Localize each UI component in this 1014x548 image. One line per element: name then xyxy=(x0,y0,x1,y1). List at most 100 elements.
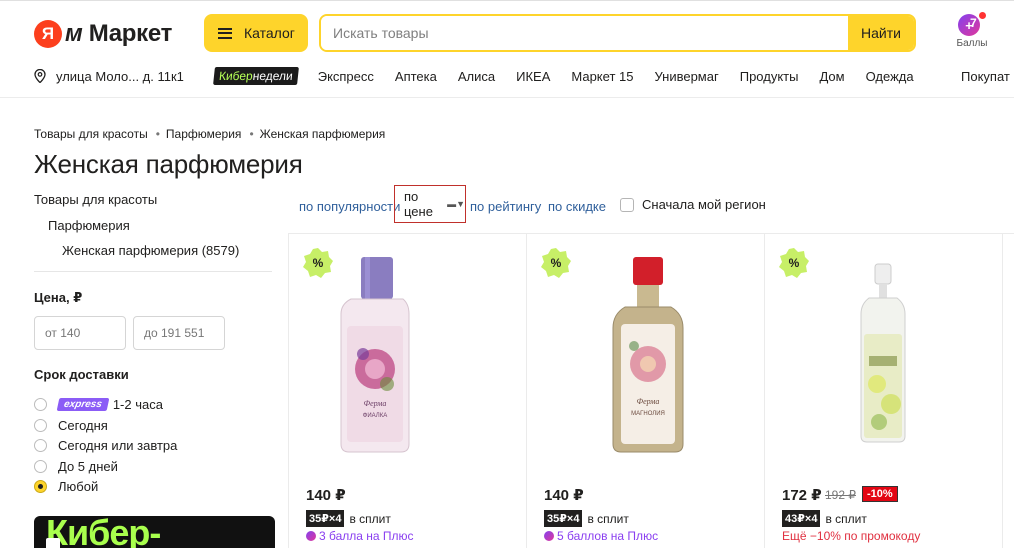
product-price: 140 ₽ xyxy=(306,487,346,504)
nav-item-buyers[interactable]: Покупат xyxy=(961,69,1010,84)
top-border xyxy=(0,0,1014,1)
old-price: 192 ₽ xyxy=(825,488,856,502)
promo-code-text: Ещё −10% по промокоду xyxy=(782,529,921,543)
breadcrumb-women-perfume[interactable]: Женская парфюмерия xyxy=(260,127,386,141)
location-pin-icon xyxy=(34,69,46,83)
delivery-address[interactable]: улица Моло... д. 11к1 xyxy=(56,69,184,84)
radio-circle[interactable] xyxy=(34,398,47,411)
split-amount: 35₽×4 xyxy=(306,510,345,527)
plus-icon xyxy=(544,531,554,541)
price-to-input[interactable]: до 191 551 xyxy=(133,316,225,350)
svg-text:ФИАЛКА: ФИАЛКА xyxy=(363,413,387,419)
category-women-perfume[interactable]: Женская парфюмерия (8579) xyxy=(62,243,239,258)
express-badge: express xyxy=(56,398,110,411)
region-first-label: Сначала мой регион xyxy=(642,197,766,212)
nav-item-ikea[interactable]: ИКЕА xyxy=(516,69,550,84)
sort-discount[interactable]: по скидке xyxy=(548,199,606,214)
search-input[interactable] xyxy=(321,16,848,50)
yandex-logo-icon: Я xyxy=(34,20,62,48)
delivery-option-express[interactable]: express 1-2 часа xyxy=(34,397,163,412)
sort-price-label: по цене xyxy=(404,189,433,219)
nav-item-market15[interactable]: Маркет 15 xyxy=(571,69,633,84)
breadcrumb: Товары для красоты • Парфюмерия • Женска… xyxy=(34,127,386,141)
nav-item-express[interactable]: Экспресс xyxy=(318,69,374,84)
checkbox-box[interactable] xyxy=(620,197,634,212)
delivery-option-label: Сегодня xyxy=(58,418,108,433)
radio-circle[interactable] xyxy=(34,439,47,452)
banner-text: Кибер- xyxy=(46,516,161,548)
delivery-option-5-days[interactable]: До 5 дней xyxy=(34,459,118,474)
sort-popularity[interactable]: по популярности xyxy=(299,199,400,214)
market-logo[interactable]: Я м Маркет xyxy=(34,20,172,48)
sidebar-divider xyxy=(34,271,272,272)
delivery-option-label: Сегодня или завтра xyxy=(58,438,178,453)
header-divider xyxy=(0,97,1014,98)
nav-row: улица Моло... д. 11к1 Кибернедели Экспре… xyxy=(34,66,935,86)
svg-text:Ферма: Ферма xyxy=(364,399,387,408)
sort-rating[interactable]: по рейтингу xyxy=(470,199,541,214)
breadcrumb-perfume[interactable]: Парфюмерия xyxy=(166,127,242,141)
catalog-button[interactable]: Каталог xyxy=(204,14,308,52)
price-filter-heading: Цена, ₽ xyxy=(34,290,83,305)
split-payment[interactable]: 35₽×4 в сплит xyxy=(306,510,391,527)
product-price: 140 ₽ xyxy=(544,487,584,504)
split-label: в сплит xyxy=(587,511,629,526)
nav-item-home[interactable]: Дом xyxy=(819,69,844,84)
plus-points-label: 5 баллов на Плюс xyxy=(557,529,659,543)
menu-icon xyxy=(218,27,232,39)
delivery-option-label: До 5 дней xyxy=(58,459,118,474)
plus-icon xyxy=(306,531,316,541)
kibernedeli-badge[interactable]: Кибернедели xyxy=(212,67,299,85)
nav-item-pharmacy[interactable]: Аптека xyxy=(395,69,437,84)
discount-badge: -10% xyxy=(862,486,898,502)
nav-item-clothes[interactable]: Одежда xyxy=(866,69,914,84)
delivery-option-today-tomorrow[interactable]: Сегодня или завтра xyxy=(34,438,177,453)
notification-dot xyxy=(979,12,986,19)
grid-divider xyxy=(1002,233,1003,548)
product-card[interactable]: % 172 ₽ 192 ₽ -10% 43₽×4 в сплит Ещё −10… xyxy=(765,234,1002,548)
product-image[interactable] xyxy=(765,234,1002,474)
plus-points: 5 баллов на Плюс xyxy=(544,529,658,543)
delivery-filter-heading: Срок доставки xyxy=(34,367,129,382)
page-title: Женская парфюмерия xyxy=(34,149,303,179)
radio-circle[interactable] xyxy=(34,419,47,432)
plus-points: 3 балла на Плюс xyxy=(306,529,414,543)
product-card[interactable]: % Ферма ФИАЛКА 140 ₽ 35₽×4 в сплит 3 бал… xyxy=(289,234,526,548)
svg-text:МАГНОЛИЯ: МАГНОЛИЯ xyxy=(631,411,665,417)
market-m-logo: м xyxy=(65,20,83,47)
plus-points-label: 3 балла на Плюс xyxy=(319,529,414,543)
product-image[interactable]: Ферма МАГНОЛИЯ xyxy=(527,234,764,474)
split-label: в сплит xyxy=(349,511,391,526)
nav-item-alice[interactable]: Алиса xyxy=(458,69,495,84)
points-value: 7 xyxy=(970,16,977,30)
promo-banner[interactable]: Кибер- xyxy=(34,516,275,548)
breadcrumb-beauty[interactable]: Товары для красоты xyxy=(34,127,148,141)
split-payment[interactable]: 35₽×4 в сплит xyxy=(544,510,629,527)
sort-price[interactable]: по цене ▬▼ xyxy=(394,185,466,223)
category-beauty[interactable]: Товары для красоты xyxy=(34,192,157,207)
radio-circle[interactable] xyxy=(34,460,47,473)
banner-square-icon xyxy=(46,538,60,548)
plus-points-icon: + 7 xyxy=(958,12,986,36)
product-card[interactable]: % Ферма МАГНОЛИЯ 140 ₽ 35₽×4 в сплит 5 б… xyxy=(527,234,764,548)
split-amount: 35₽×4 xyxy=(544,510,583,527)
search-bar: Найти xyxy=(319,14,916,52)
points-widget[interactable]: + 7 Баллы xyxy=(950,12,994,49)
radio-circle-selected[interactable] xyxy=(34,480,47,493)
price-from-input[interactable]: от 140 xyxy=(34,316,126,350)
delivery-option-any[interactable]: Любой xyxy=(34,479,98,494)
delivery-option-today[interactable]: Сегодня xyxy=(34,418,108,433)
points-label: Баллы xyxy=(956,38,988,49)
logo-text: Маркет xyxy=(88,20,173,47)
delivery-option-label: 1-2 часа xyxy=(112,397,163,412)
split-amount: 43₽×4 xyxy=(782,510,821,527)
region-first-checkbox[interactable]: Сначала мой регион xyxy=(620,197,766,212)
search-button[interactable]: Найти xyxy=(848,16,914,50)
svg-text:Ферма: Ферма xyxy=(637,397,660,406)
split-label: в сплит xyxy=(825,511,867,526)
nav-item-products[interactable]: Продукты xyxy=(740,69,799,84)
split-payment[interactable]: 43₽×4 в сплит xyxy=(782,510,867,527)
nav-item-univermag[interactable]: Универмаг xyxy=(654,69,718,84)
product-image[interactable]: Ферма ФИАЛКА xyxy=(289,234,526,474)
category-perfume[interactable]: Парфюмерия xyxy=(48,218,130,233)
